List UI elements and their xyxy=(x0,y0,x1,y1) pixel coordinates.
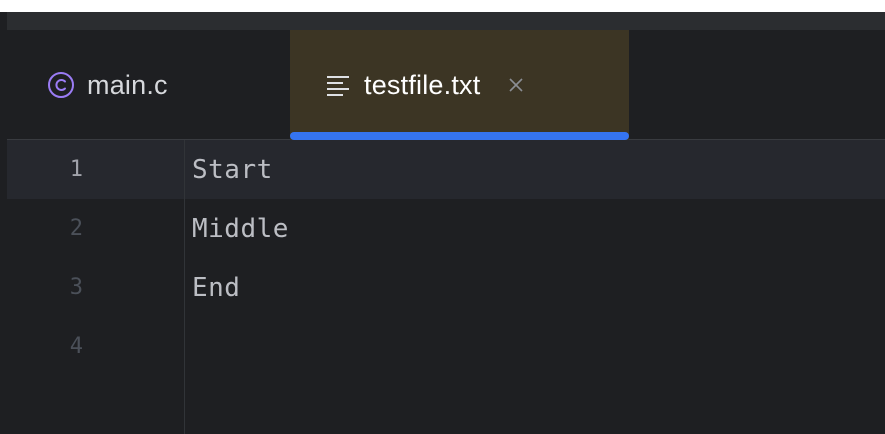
line-text[interactable]: End xyxy=(192,273,240,303)
line-text[interactable]: Start xyxy=(192,155,273,185)
tab-testfile-txt[interactable]: testfile.txt xyxy=(290,30,629,140)
c-file-icon xyxy=(47,71,75,99)
line-text[interactable]: Middle xyxy=(192,214,289,244)
editor-line[interactable]: 2 Middle xyxy=(7,199,885,258)
tab-bar: main.c testfile.txt xyxy=(7,30,885,140)
title-band xyxy=(7,12,885,30)
text-file-icon xyxy=(324,71,352,99)
top-strip xyxy=(0,0,885,12)
editor-window: main.c testfile.txt 1 Start 2 Middle 3 E… xyxy=(7,12,885,434)
editor-line[interactable]: 1 Start xyxy=(7,140,885,199)
tab-main-c[interactable]: main.c xyxy=(7,30,290,140)
editor-line[interactable]: 4 xyxy=(7,317,885,376)
line-number: 2 xyxy=(69,216,83,241)
tab-label: main.c xyxy=(87,69,168,100)
line-number: 4 xyxy=(69,334,83,359)
line-number: 1 xyxy=(69,157,83,182)
code-editor[interactable]: 1 Start 2 Middle 3 End 4 xyxy=(7,140,885,434)
close-icon[interactable] xyxy=(506,75,526,95)
line-number: 3 xyxy=(69,275,83,300)
editor-line[interactable]: 3 End xyxy=(7,258,885,317)
tab-label: testfile.txt xyxy=(364,69,481,100)
